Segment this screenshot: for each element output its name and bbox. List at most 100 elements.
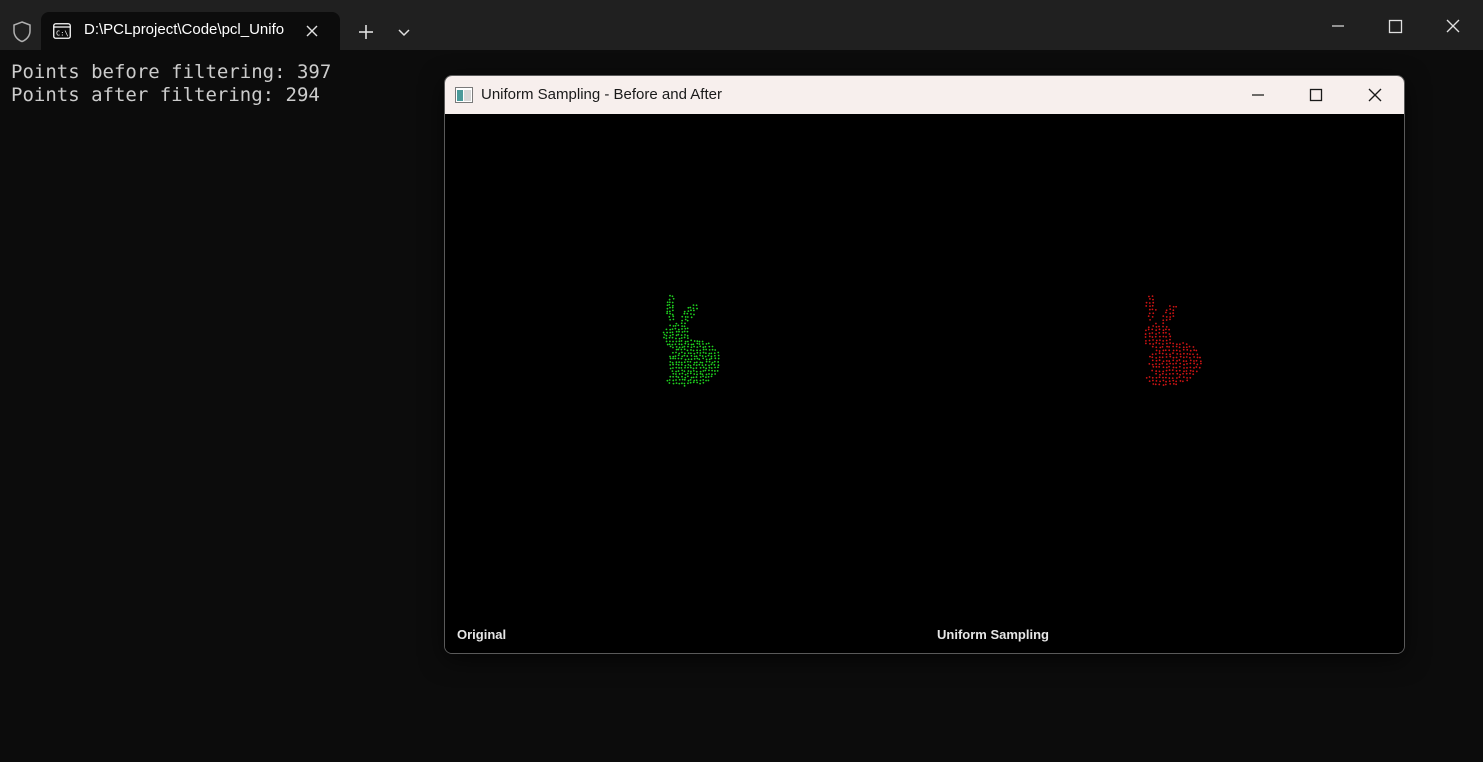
- cloud-point: [1162, 331, 1165, 334]
- cloud-point: [1199, 356, 1201, 359]
- cloud-point: [702, 378, 705, 381]
- cloud-point: [1162, 335, 1165, 338]
- cloud-point: [692, 367, 695, 370]
- cloud-point: [1147, 328, 1150, 331]
- cloud-point: [681, 369, 684, 372]
- viewer-viewport[interactable]: Original Uniform Sampling: [445, 114, 1404, 653]
- chevron-down-icon[interactable]: [394, 22, 414, 42]
- command-prompt-icon: C:\: [53, 23, 71, 39]
- cloud-point: [1162, 366, 1165, 369]
- cloud-point: [690, 354, 693, 357]
- cloud-point: [1185, 346, 1188, 349]
- cloud-point: [693, 313, 695, 316]
- cloud-point: [1145, 376, 1148, 379]
- cloud-point: [681, 355, 684, 358]
- maximize-button[interactable]: [1377, 8, 1413, 44]
- cloud-point: [1186, 352, 1189, 355]
- cloud-point: [1178, 346, 1181, 349]
- cloud-point: [1175, 362, 1177, 365]
- cloud-point: [702, 366, 705, 369]
- cloud-point: [1152, 339, 1154, 341]
- cloud-point: [668, 379, 671, 381]
- cloud-point: [1172, 345, 1175, 348]
- tab-terminal[interactable]: C:\ D:\PCLproject\Code\pcl_Unifo: [41, 12, 340, 50]
- cloud-point: [1193, 362, 1196, 365]
- cloud-point: [675, 370, 677, 373]
- cloud-point: [696, 373, 698, 376]
- cloud-point: [702, 348, 705, 351]
- cloud-point: [1144, 333, 1147, 335]
- cloud-point: [1185, 356, 1188, 358]
- cloud-point: [1182, 356, 1185, 359]
- cloud-point: [1172, 359, 1175, 362]
- close-button[interactable]: [1435, 8, 1471, 44]
- cloud-point: [690, 343, 693, 346]
- new-tab-button[interactable]: [354, 20, 378, 44]
- cloud-point: [692, 376, 695, 379]
- cloud-point: [701, 364, 704, 367]
- cloud-point: [669, 355, 671, 358]
- cloud-point: [683, 336, 686, 339]
- cloud-point: [1179, 373, 1182, 376]
- cloud-point: [707, 342, 710, 345]
- cloud-point: [1182, 372, 1184, 375]
- cloud-point: [1165, 342, 1168, 345]
- cloud-point: [678, 343, 681, 346]
- cloud-point: [669, 312, 672, 315]
- cloud-point: [665, 337, 668, 340]
- cloud-point: [675, 366, 678, 369]
- cloud-point: [1182, 380, 1184, 383]
- viewer-close-button[interactable]: [1362, 82, 1388, 108]
- viewer-maximize-button[interactable]: [1303, 82, 1329, 108]
- cloud-point: [696, 349, 698, 352]
- cloud-point: [687, 358, 690, 361]
- cloud-point: [669, 360, 672, 363]
- cloud-point: [705, 367, 708, 370]
- viewer-titlebar[interactable]: Uniform Sampling - Before and After: [445, 76, 1404, 114]
- close-icon[interactable]: [303, 22, 321, 40]
- terminal-output[interactable]: Points before filtering: 397 Points after…: [11, 61, 331, 107]
- cloud-point: [671, 295, 674, 298]
- cloud-point: [698, 340, 701, 343]
- cloud-point: [1189, 362, 1192, 365]
- cloud-point: [713, 352, 716, 355]
- cloud-point: [702, 351, 705, 354]
- cloud-point: [1149, 355, 1151, 358]
- cloud-point: [1155, 322, 1157, 325]
- cloud-point: [693, 361, 696, 364]
- cloud-point: [686, 316, 689, 318]
- cloud-point: [1182, 346, 1185, 349]
- cloud-point: [1175, 377, 1178, 379]
- cloud-point: [686, 312, 689, 315]
- cloud-point: [696, 307, 698, 310]
- cloud-point: [1168, 328, 1171, 331]
- cloud-point: [1158, 352, 1161, 355]
- terminal-titlebar: C:\ D:\PCLproject\Code\pcl_Unifo: [0, 0, 1483, 50]
- cloud-point: [708, 369, 710, 372]
- cloud-point: [672, 372, 675, 375]
- cloud-point: [1199, 360, 1202, 363]
- cloud-point: [1154, 353, 1157, 355]
- viewer-minimize-button[interactable]: [1245, 82, 1271, 108]
- cloud-point: [1151, 315, 1154, 318]
- cloud-point: [675, 345, 678, 348]
- minimize-button[interactable]: [1319, 8, 1355, 44]
- close-icon: [1368, 88, 1382, 102]
- cloud-point: [1161, 372, 1164, 375]
- cloud-point: [1178, 376, 1181, 379]
- svg-text:C:\: C:\: [56, 30, 69, 38]
- cloud-point: [689, 364, 692, 367]
- shield-icon[interactable]: [10, 20, 34, 44]
- cloud-point: [1186, 379, 1189, 382]
- cloud-point: [710, 355, 713, 358]
- cloud-point: [1169, 308, 1172, 311]
- cloud-point: [699, 370, 702, 373]
- cloud-point: [1159, 373, 1161, 376]
- cloud-point: [1192, 346, 1195, 348]
- cloud-point: [1162, 315, 1165, 317]
- cloud-point: [698, 343, 701, 345]
- cloud-point: [1196, 353, 1199, 356]
- cloud-point: [707, 375, 710, 378]
- cloud-point: [669, 334, 672, 337]
- cloud-point: [705, 342, 708, 345]
